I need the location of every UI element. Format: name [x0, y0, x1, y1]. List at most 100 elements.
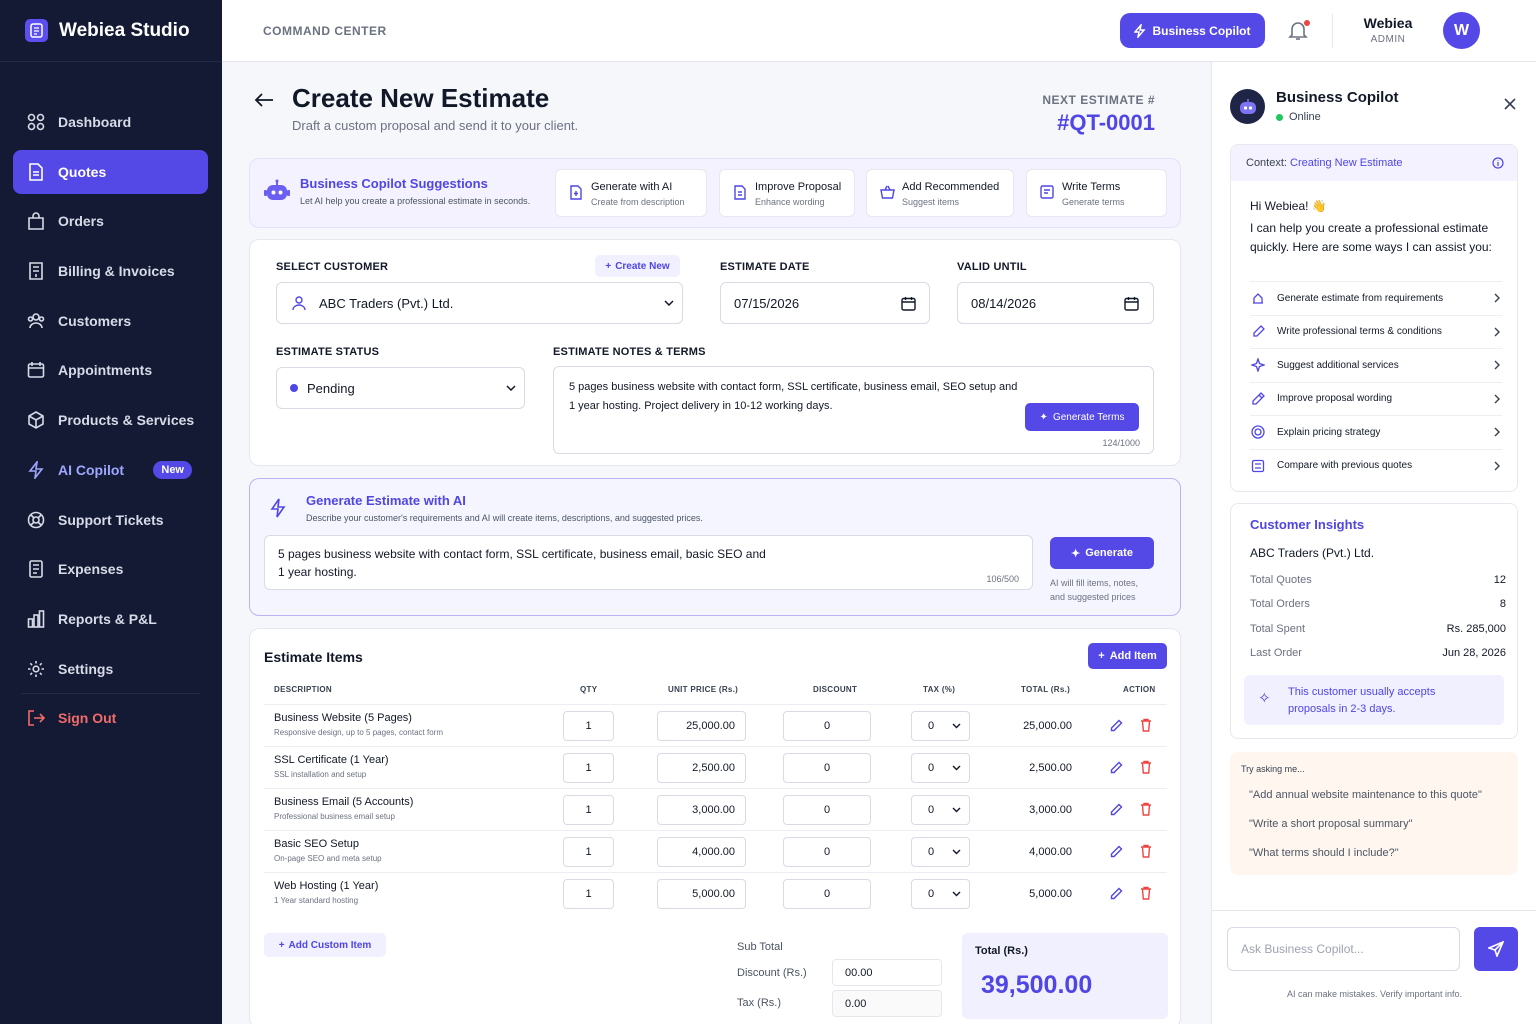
- sidebar-item-customers[interactable]: Customers: [13, 299, 208, 343]
- tax-select[interactable]: 0: [911, 879, 970, 909]
- add-custom-item-button[interactable]: + Add Custom Item: [264, 933, 386, 957]
- chevron-down-icon: [952, 765, 961, 771]
- unit-price-input[interactable]: 2,500.00: [657, 753, 746, 783]
- notes-textarea[interactable]: 5 pages business website with contact fo…: [553, 366, 1154, 454]
- table-row: Business Email (5 Accounts) Professional …: [264, 788, 1167, 830]
- sidebar-item-orders[interactable]: Orders: [13, 199, 208, 243]
- delete-icon[interactable]: [1140, 718, 1152, 732]
- edit-icon[interactable]: [1110, 845, 1123, 858]
- generate-button[interactable]: ✦ Generate: [1050, 537, 1154, 569]
- unit-price-input[interactable]: 25,000.00: [657, 711, 746, 741]
- delete-icon[interactable]: [1140, 802, 1152, 816]
- copilot-action-item[interactable]: Compare with previous quotes: [1250, 448, 1502, 482]
- business-copilot-button[interactable]: Business Copilot: [1120, 13, 1265, 48]
- sidebar-item-reports[interactable]: Reports & P&L: [13, 597, 208, 641]
- estimate-date-input[interactable]: 07/15/2026: [720, 282, 930, 324]
- tax-select[interactable]: 0: [911, 753, 970, 783]
- tax-select[interactable]: 0: [911, 837, 970, 867]
- sidebar-item-ai-copilot[interactable]: AI Copilot New: [13, 448, 208, 492]
- sidebar-item-sign-out[interactable]: Sign Out: [13, 696, 208, 740]
- try-question[interactable]: "Add annual website maintenance to this …: [1249, 789, 1482, 801]
- context-label: Context:: [1246, 157, 1287, 169]
- add-recommended-chip[interactable]: Add Recommended Suggest items: [866, 169, 1014, 217]
- sidebar-item-billing[interactable]: Billing & Invoices: [13, 249, 208, 293]
- chip-title: Write Terms: [1062, 181, 1121, 193]
- edit-icon[interactable]: [1110, 803, 1123, 816]
- customer-select[interactable]: ABC Traders (Pvt.) Ltd.: [276, 282, 683, 324]
- info-icon[interactable]: [1492, 157, 1504, 169]
- try-question[interactable]: "What terms should I include?": [1249, 847, 1399, 859]
- delete-icon[interactable]: [1140, 844, 1152, 858]
- unit-price-input[interactable]: 4,000.00: [657, 837, 746, 867]
- discount-input[interactable]: 0: [783, 753, 871, 783]
- ask-copilot-input[interactable]: Ask Business Copilot...: [1227, 927, 1460, 971]
- copilot-action-item[interactable]: Write professional terms & conditions: [1250, 314, 1502, 348]
- greeting-intro: I can help you create a professional est…: [1250, 221, 1492, 254]
- copilot-action-item[interactable]: Improve proposal wording: [1250, 381, 1502, 415]
- sidebar-item-quotes[interactable]: Quotes: [13, 149, 208, 194]
- receipt-icon: [27, 262, 45, 280]
- sidebar-item-dashboard[interactable]: Dashboard: [13, 100, 208, 144]
- copilot-action-item[interactable]: Generate estimate from requirements: [1250, 281, 1502, 314]
- back-button[interactable]: [254, 92, 274, 108]
- notifications-button[interactable]: [1287, 19, 1311, 43]
- brand[interactable]: Webiea Studio: [0, 0, 222, 62]
- valid-until-input[interactable]: 08/14/2026: [957, 282, 1154, 324]
- item-description: On-page SEO and meta setup: [274, 854, 382, 863]
- insight-row: Total Orders 8: [1250, 598, 1506, 610]
- discount-input[interactable]: 0: [783, 879, 871, 909]
- avatar[interactable]: W: [1443, 12, 1480, 49]
- tax-select[interactable]: 0: [911, 795, 970, 825]
- tax-input[interactable]: 0.00: [832, 990, 942, 1017]
- send-button[interactable]: [1474, 927, 1518, 971]
- chip-subtitle: Generate terms: [1062, 197, 1125, 207]
- table-row: Basic SEO Setup On-page SEO and meta setu…: [264, 830, 1167, 872]
- sidebar-item-products[interactable]: Products & Services: [13, 398, 208, 442]
- delete-icon[interactable]: [1140, 760, 1152, 774]
- qty-input[interactable]: 1: [563, 711, 614, 741]
- write-terms-chip[interactable]: Write Terms Generate terms: [1026, 169, 1167, 217]
- status-select[interactable]: Pending: [276, 367, 525, 409]
- discount-input[interactable]: 0: [783, 795, 871, 825]
- insight-label: Total Orders: [1250, 598, 1310, 611]
- row-total: 5,000.00: [1029, 888, 1072, 900]
- edit-icon[interactable]: [1110, 761, 1123, 774]
- edit-icon[interactable]: [1110, 719, 1123, 732]
- create-new-customer-button[interactable]: + Create New: [595, 255, 680, 277]
- user-role: ADMIN: [1370, 34, 1406, 45]
- sidebar-item-appointments[interactable]: Appointments: [13, 348, 208, 392]
- edit-icon[interactable]: [1110, 887, 1123, 900]
- copilot-action-item[interactable]: Suggest additional services: [1250, 348, 1502, 381]
- add-item-button[interactable]: + Add Item: [1088, 643, 1167, 669]
- sidebar-item-label: Products & Services: [58, 412, 195, 429]
- copilot-action-label: Compare with previous quotes: [1277, 460, 1413, 471]
- unit-price-input[interactable]: 5,000.00: [657, 879, 746, 909]
- qty-input[interactable]: 1: [563, 753, 614, 783]
- generate-with-ai-chip[interactable]: Generate with AI Create from description: [555, 169, 707, 217]
- discount-input[interactable]: 0: [783, 711, 871, 741]
- unit-price-input[interactable]: 3,000.00: [657, 795, 746, 825]
- create-new-label: Create New: [615, 260, 670, 272]
- sidebar-item-settings[interactable]: Settings: [13, 647, 208, 691]
- online-label: Online: [1289, 111, 1321, 123]
- generate-terms-button[interactable]: ✦ Generate Terms: [1025, 403, 1139, 431]
- close-panel-button[interactable]: [1504, 98, 1516, 110]
- qty-input[interactable]: 1: [563, 795, 614, 825]
- customer-value: ABC Traders (Pvt.) Ltd.: [319, 295, 454, 311]
- ai-prompt-textarea[interactable]: 5 pages business website with contact fo…: [264, 535, 1033, 590]
- sidebar-item-support[interactable]: Support Tickets: [13, 498, 208, 542]
- delete-icon[interactable]: [1140, 886, 1152, 900]
- improve-proposal-chip[interactable]: Improve Proposal Enhance wording: [719, 169, 855, 217]
- discount-input[interactable]: 00.00: [832, 959, 942, 986]
- qty-input[interactable]: 1: [563, 879, 614, 909]
- tax-select[interactable]: 0: [911, 711, 970, 741]
- insight-row: Total Spent Rs. 285,000: [1250, 623, 1506, 635]
- total-value: 39,500.00: [981, 971, 1093, 999]
- copilot-action-item[interactable]: Explain pricing strategy: [1250, 415, 1502, 448]
- qty-input[interactable]: 1: [563, 837, 614, 867]
- discount-input[interactable]: 0: [783, 837, 871, 867]
- chip-title: Generate with AI: [591, 181, 673, 193]
- sidebar-item-expenses[interactable]: Expenses: [13, 547, 208, 591]
- try-question[interactable]: "Write a short proposal summary": [1249, 818, 1413, 830]
- close-icon: [1504, 98, 1516, 110]
